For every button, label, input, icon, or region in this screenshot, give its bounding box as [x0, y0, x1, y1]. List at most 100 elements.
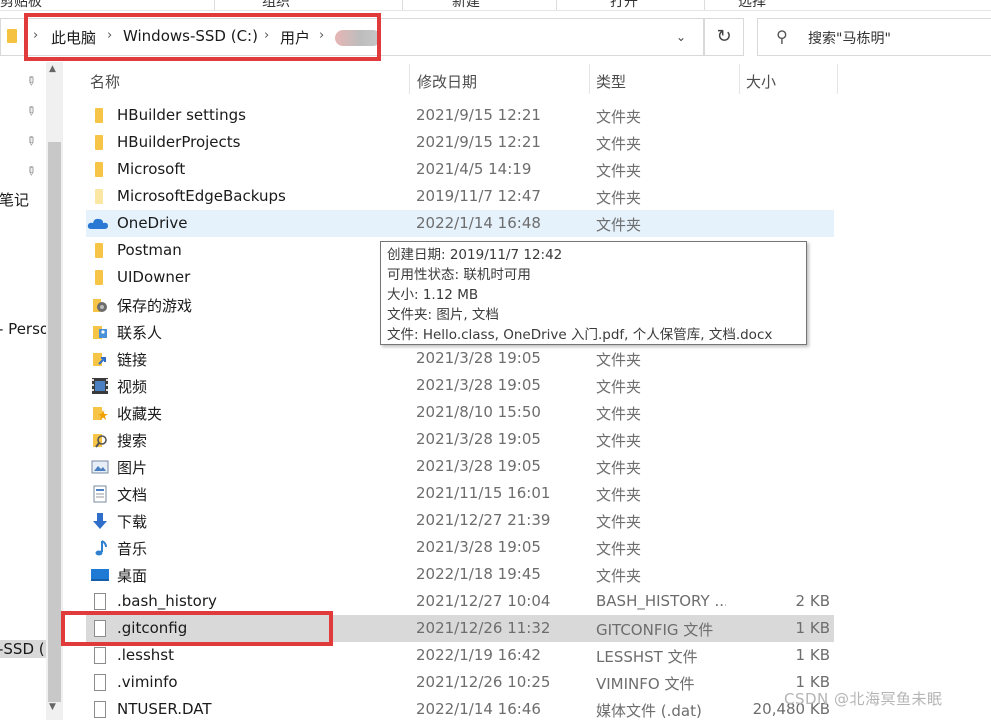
file-row[interactable]: 文档 2021/11/15 16:01 文件夹	[86, 480, 834, 507]
file-name: HBuilderProjects	[117, 133, 241, 151]
favorites-icon	[91, 404, 108, 421]
nav-item-notes[interactable]: 笔记	[0, 189, 29, 210]
file-type: 文件夹	[596, 162, 642, 180]
file-icon	[91, 593, 108, 610]
ribbon-select[interactable]: 选择	[738, 0, 766, 10]
chevron-right-icon[interactable]: ›	[264, 28, 269, 43]
file-row[interactable]: 下载 2021/12/27 21:39 文件夹	[86, 507, 834, 534]
file-type: 文件夹	[596, 135, 642, 153]
address-row: › 此电脑 › Windows-SSD (C:) › 用户 › ⌄ ↻ ⚲ 搜索…	[0, 12, 991, 62]
file-date: 2022/1/14 16:48	[416, 214, 541, 232]
scroll-up-icon[interactable]: ▲	[49, 64, 56, 74]
file-date: 2019/11/7 12:47	[416, 187, 541, 205]
file-icon	[91, 647, 108, 664]
ribbon-strip: 剪贴板 组织 新建 打开 选择	[0, 0, 991, 11]
ribbon-clipboard[interactable]: 剪贴板	[0, 0, 42, 10]
onedrive-tooltip: 创建日期: 2019/11/7 12:42 可用性状态: 联机时可用 大小: 1…	[380, 241, 807, 345]
file-icon	[91, 620, 108, 637]
breadcrumb-user-redacted[interactable]	[335, 30, 381, 46]
file-date: 2021/3/28 19:05	[416, 376, 541, 394]
file-row[interactable]: 链接 2021/3/28 19:05 文件夹	[86, 345, 834, 372]
file-row[interactable]: 搜索 2021/3/28 19:05 文件夹	[86, 426, 834, 453]
contacts-icon	[91, 323, 108, 340]
links-icon	[91, 350, 108, 367]
onedrive-cloud-icon	[86, 210, 108, 229]
videos-icon	[91, 377, 108, 394]
file-row[interactable]: .lesshst 2022/1/19 16:42 LESSHST 文件 1 KB	[86, 642, 834, 669]
scrollbar-thumb[interactable]	[48, 142, 61, 702]
file-name: Microsoft	[117, 160, 186, 178]
pin-icon[interactable]: ✎	[23, 162, 40, 179]
file-row[interactable]: .gitconfig 2021/12/26 11:32 GITCONFIG 文件 1 …	[86, 615, 834, 642]
file-name: 收藏夹	[117, 405, 163, 423]
file-type: BASH_HISTORY ...	[596, 592, 726, 610]
chevron-right-icon[interactable]: ›	[33, 28, 38, 43]
breadcrumb-this-pc[interactable]: 此电脑	[51, 27, 96, 48]
breadcrumb-users[interactable]: 用户	[280, 27, 310, 48]
file-date: 2022/1/18 19:45	[416, 565, 541, 583]
refresh-icon: ↻	[716, 26, 732, 47]
file-name: .lesshst	[117, 646, 174, 664]
chevron-down-icon[interactable]: ⌄	[676, 30, 686, 44]
file-row[interactable]: 音乐 2021/3/28 19:05 文件夹	[86, 534, 834, 561]
ribbon-new[interactable]: 新建	[452, 0, 480, 10]
pin-icon[interactable]: ✎	[23, 72, 40, 89]
file-row[interactable]: .bash_history 2021/12/27 10:04 BASH_HISTOR…	[86, 588, 834, 615]
column-header: 名称 修改日期 类型 大小	[63, 62, 991, 96]
folder-icon	[91, 107, 108, 124]
chevron-right-icon[interactable]: ›	[319, 28, 324, 43]
file-date: 2021/12/27 10:04	[416, 592, 551, 610]
column-name[interactable]: 名称	[90, 71, 120, 92]
file-icon	[91, 674, 108, 691]
searches-icon	[91, 431, 108, 448]
column-size[interactable]: 大小	[746, 71, 776, 92]
scroll-down-icon[interactable]: ▼	[49, 702, 56, 712]
breadcrumb-drive-c[interactable]: Windows-SSD (C:)	[123, 27, 258, 45]
file-size: 1 KB	[795, 619, 830, 637]
file-type: 文件夹	[596, 513, 642, 531]
file-name: 下载	[117, 513, 148, 531]
tooltip-size: 大小: 1.12 MB	[387, 287, 479, 303]
file-date: 2021/12/27 21:39	[416, 511, 551, 529]
file-name: Postman	[117, 241, 182, 259]
chevron-right-icon[interactable]: ›	[107, 28, 112, 43]
tooltip-folders: 文件夹: 图片, 文档	[387, 307, 499, 323]
file-date: 2022/1/14 16:46	[416, 700, 541, 718]
file-name: 联系人	[117, 324, 163, 342]
file-row[interactable]: OneDrive 2022/1/14 16:48 文件夹	[86, 210, 834, 237]
ribbon-open[interactable]: 打开	[610, 0, 638, 10]
file-name: 视频	[117, 378, 148, 396]
ribbon-organize[interactable]: 组织	[262, 0, 290, 10]
file-row[interactable]: 图片 2021/3/28 19:05 文件夹	[86, 453, 834, 480]
column-date[interactable]: 修改日期	[417, 71, 477, 92]
tooltip-created: 创建日期: 2019/11/7 12:42	[387, 247, 563, 263]
nav-scrollbar[interactable]: ▲ ▼	[46, 62, 63, 720]
refresh-button[interactable]: ↻	[704, 18, 744, 56]
file-row[interactable]: Microsoft 2021/4/5 14:19 文件夹	[86, 156, 834, 183]
nav-item-windows-ssd[interactable]: -SSD (	[0, 640, 49, 658]
pin-icon[interactable]: ✎	[23, 102, 40, 119]
file-row[interactable]: MicrosoftEdgeBackups 2019/11/7 12:47 文件夹	[86, 183, 834, 210]
file-row[interactable]: 桌面 2022/1/18 19:45 文件夹	[86, 561, 834, 588]
file-name: 链接	[117, 351, 148, 369]
file-name: UIDowner	[117, 268, 191, 286]
pin-icon[interactable]: ✎	[23, 132, 40, 149]
file-row[interactable]: HBuilderProjects 2021/9/15 12:21 文件夹	[86, 129, 834, 156]
tooltip-files: 文件: Hello.class, OneDrive 入门.pdf, 个人保管库,…	[387, 327, 773, 343]
file-name: .bash_history	[117, 592, 217, 610]
nav-item-personal[interactable]: - Perso	[0, 320, 49, 338]
file-row[interactable]: NTUSER.DAT 2022/1/14 16:46 媒体文件 (.dat) 20,4…	[86, 696, 834, 720]
file-type: 媒体文件 (.dat)	[596, 702, 702, 720]
file-row[interactable]: .viminfo 2021/12/26 10:25 VIMINFO 文件 1 KB	[86, 669, 834, 696]
file-icon	[91, 701, 108, 718]
file-row[interactable]: 视频 2021/3/28 19:05 文件夹	[86, 372, 834, 399]
file-date: 2021/12/26 10:25	[416, 673, 551, 691]
column-type[interactable]: 类型	[596, 71, 626, 92]
address-bar[interactable]: › 此电脑 › Windows-SSD (C:) › 用户 › ⌄	[0, 18, 704, 56]
file-row[interactable]: HBuilder settings 2021/9/15 12:21 文件夹	[86, 102, 834, 129]
folder-icon	[91, 188, 108, 205]
file-name: 音乐	[117, 540, 148, 558]
file-row[interactable]: 收藏夹 2021/8/10 15:50 文件夹	[86, 399, 834, 426]
search-input[interactable]: ⚲ 搜索"马栋明"	[757, 18, 991, 56]
watermark: CSDN @北海冥鱼未眠	[784, 690, 943, 708]
